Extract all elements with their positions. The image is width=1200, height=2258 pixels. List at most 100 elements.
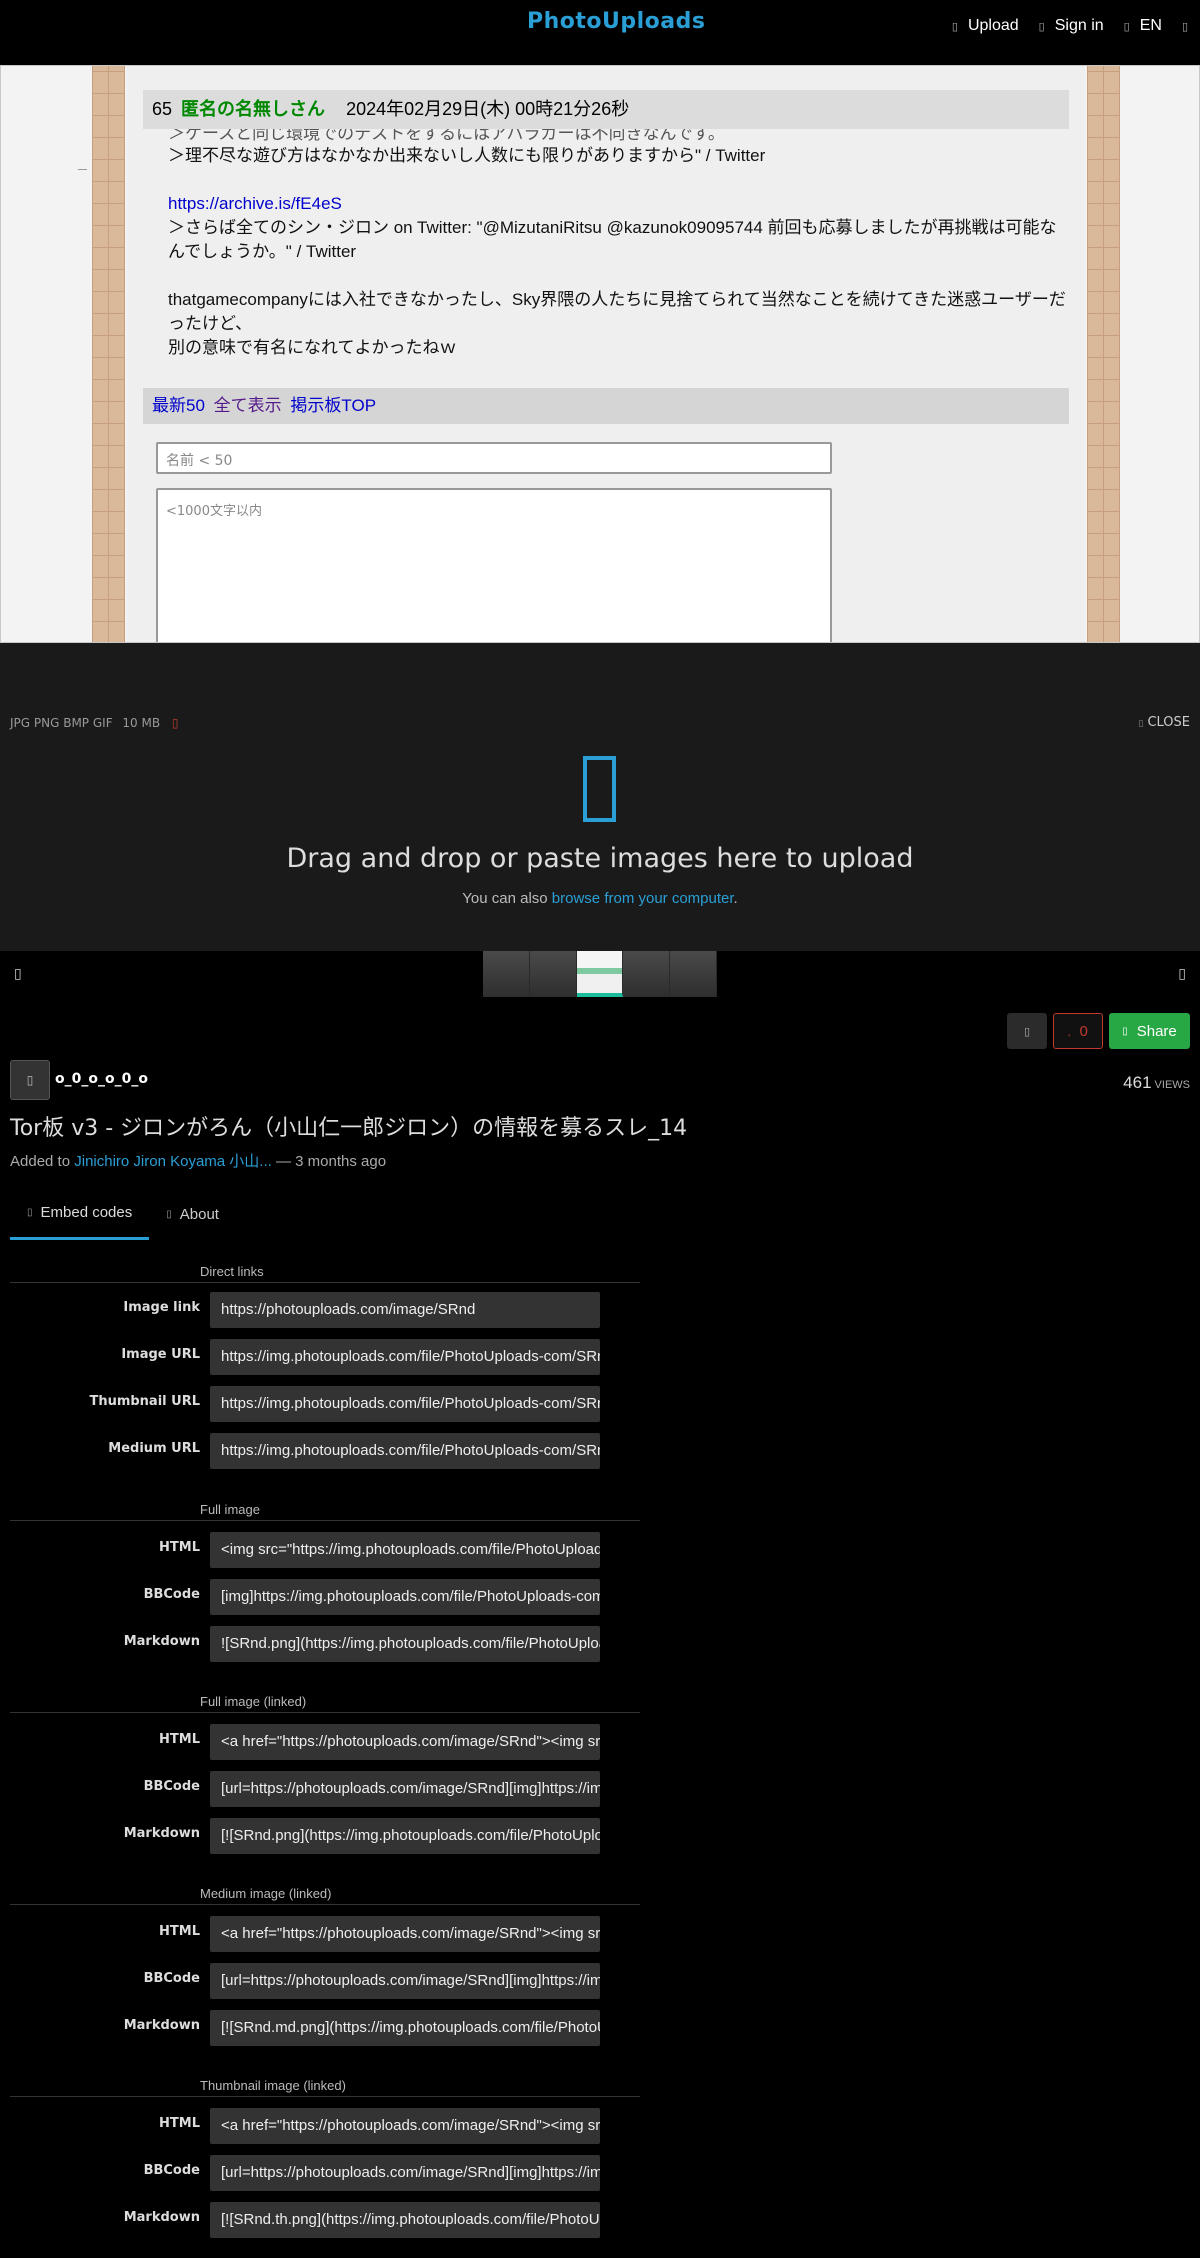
info-icon: ▯ bbox=[166, 1208, 172, 1220]
upload-sub-prefix: You can also bbox=[462, 890, 548, 907]
share-icon: ▯ bbox=[1122, 1025, 1128, 1037]
bbcode-input[interactable]: [url=https://photouploads.com/image/SRnd… bbox=[210, 1771, 600, 1807]
thumbnail[interactable] bbox=[623, 951, 671, 997]
heart-icon: ˛ bbox=[1068, 1025, 1072, 1037]
close-label: CLOSE bbox=[1147, 715, 1190, 730]
brick-border-left bbox=[92, 66, 125, 642]
upload-icon: ▯ bbox=[951, 20, 958, 33]
language-selector[interactable]: ▯ EN bbox=[1124, 17, 1162, 35]
post-header: 65 匿名の名無しさん 2024年02月29日(木) 00時21分26秒 bbox=[143, 90, 1069, 129]
image-preview[interactable]: ＞ケースと同じ環境でのテストをするにはアバラガーは不向きなんです。 65 匿名の… bbox=[0, 65, 1200, 643]
bbcode-label: BBCode bbox=[143, 1587, 200, 1602]
tab-about[interactable]: ▯ About bbox=[149, 1202, 236, 1240]
markdown-label: Markdown bbox=[123, 2018, 200, 2033]
upload-link[interactable]: ▯ Upload bbox=[952, 17, 1019, 35]
next-image-icon[interactable]: ▯ bbox=[1178, 966, 1186, 982]
thumbnail[interactable] bbox=[670, 951, 717, 997]
thumbnail-strip: ▯ ▯ bbox=[0, 951, 1200, 1000]
thumbnail[interactable] bbox=[529, 951, 577, 997]
post-line: thatgamecompanyには入社できなかったし、Sky界隈の人たちに見捨て… bbox=[168, 290, 1066, 333]
section-medium-image-linked: Medium image (linked) bbox=[200, 1886, 332, 1901]
section-full-image-linked: Full image (linked) bbox=[200, 1694, 307, 1709]
like-button[interactable]: ˛ 0 bbox=[1053, 1013, 1103, 1049]
thumbnail-selected[interactable] bbox=[576, 951, 624, 997]
markdown-input[interactable]: ![SRnd.png](https://img.photouploads.com… bbox=[210, 1626, 600, 1662]
view-count: 461 VIEWS bbox=[1123, 1073, 1190, 1093]
avatar[interactable]: ▯ bbox=[10, 1060, 50, 1100]
thumbnail[interactable] bbox=[483, 951, 530, 997]
thumbnail-url-input[interactable]: https://img.photouploads.com/file/PhotoU… bbox=[210, 1386, 600, 1422]
markdown-input[interactable]: [![SRnd.md.png](https://img.photouploads… bbox=[210, 2010, 600, 2046]
detail-tabs: ▯ Embed codes ▯ About bbox=[10, 1202, 236, 1240]
sign-in-link[interactable]: ▯ Sign in bbox=[1039, 17, 1104, 35]
menu-icon[interactable]: ▯ bbox=[1182, 20, 1188, 33]
board-nav: 最新50 全て表示 掲示板TOP bbox=[143, 388, 1069, 424]
image-link-label: Image link bbox=[123, 1300, 200, 1315]
html-label: HTML bbox=[159, 1924, 200, 1939]
album-link[interactable]: Jinichiro Jiron Koyama 小山... bbox=[74, 1153, 272, 1170]
close-icon: ▯ bbox=[1138, 719, 1144, 729]
added-info: Added to Jinichiro Jiron Koyama 小山... — … bbox=[10, 1150, 386, 1171]
tab-label: About bbox=[179, 1205, 219, 1223]
bbcode-input[interactable]: [img]https://img.photouploads.com/file/P… bbox=[210, 1579, 600, 1615]
bbcode-input[interactable]: [url=https://photouploads.com/image/SRnd… bbox=[210, 1963, 600, 1999]
uploader-name[interactable]: o_0_o_o_0_o bbox=[55, 1071, 148, 1087]
upload-label: Upload bbox=[967, 17, 1019, 34]
upload-dropzone[interactable]: JPG PNG BMP GIF 10 MB ▯ ▯ CLOSE Drag and… bbox=[0, 643, 1200, 951]
section-divider bbox=[10, 1282, 640, 1283]
upload-sub-suffix: . bbox=[733, 890, 738, 907]
added-time: — 3 months ago bbox=[275, 1153, 387, 1170]
bbcode-label: BBCode bbox=[143, 1971, 200, 1986]
like-count: 0 bbox=[1079, 1022, 1088, 1040]
section-thumbnail-image-linked: Thumbnail image (linked) bbox=[200, 2078, 346, 2093]
language-label: EN bbox=[1139, 17, 1162, 34]
html-code-input[interactable]: <img src="https://img.photouploads.com/f… bbox=[210, 1532, 600, 1568]
top-nav: ▯ Upload ▯ Sign in ▯ EN ▯ bbox=[952, 14, 1200, 38]
prev-image-icon[interactable]: ▯ bbox=[14, 966, 22, 982]
brick-border-right bbox=[1087, 66, 1120, 642]
code-icon: ▯ bbox=[27, 1207, 33, 1218]
medium-url-label: Medium URL bbox=[108, 1441, 200, 1456]
section-full-image: Full image bbox=[200, 1502, 260, 1517]
html-label: HTML bbox=[159, 1540, 200, 1555]
sign-in-label: Sign in bbox=[1054, 17, 1104, 34]
html-code-input[interactable]: <a href="https://photouploads.com/image/… bbox=[210, 1916, 600, 1952]
markdown-label: Markdown bbox=[123, 1634, 200, 1649]
markdown-input[interactable]: [![SRnd.png](https://img.photouploads.co… bbox=[210, 1818, 600, 1854]
upload-title: Drag and drop or paste images here to up… bbox=[286, 843, 914, 874]
thumbnail-url-label: Thumbnail URL bbox=[89, 1394, 200, 1409]
medium-url-input[interactable]: https://img.photouploads.com/file/PhotoU… bbox=[210, 1433, 600, 1469]
post-number: 65 bbox=[152, 99, 173, 119]
post-link[interactable]: https://archive.is/fE4eS bbox=[168, 194, 342, 213]
site-logo[interactable]: PhotoUploads bbox=[527, 9, 706, 34]
views-number: 461 bbox=[1123, 1073, 1152, 1092]
board-top-link[interactable]: 掲示板TOP bbox=[290, 396, 376, 415]
html-label: HTML bbox=[159, 2116, 200, 2131]
thumbnail-list bbox=[483, 951, 717, 997]
user-avatar-icon: ▯ bbox=[26, 1073, 34, 1087]
bbcode-label: BBCode bbox=[143, 2163, 200, 2178]
image-link-input[interactable]: https://photouploads.com/image/SRnd bbox=[210, 1292, 600, 1328]
share-label: Share bbox=[1136, 1022, 1177, 1040]
tab-embed-codes[interactable]: ▯ Embed codes bbox=[10, 1202, 150, 1240]
close-upload-button[interactable]: ▯ CLOSE bbox=[1138, 715, 1190, 730]
markdown-input[interactable]: [![SRnd.th.png](https://img.photouploads… bbox=[210, 2202, 600, 2238]
views-label: VIEWS bbox=[1154, 1079, 1190, 1091]
share-button[interactable]: ▯ Share bbox=[1109, 1013, 1190, 1049]
section-divider bbox=[10, 1520, 640, 1521]
html-label: HTML bbox=[159, 1732, 200, 1747]
html-code-input[interactable]: <a href="https://photouploads.com/image/… bbox=[210, 1724, 600, 1760]
bbcode-input[interactable]: [url=https://photouploads.com/image/SRnd… bbox=[210, 2155, 600, 2191]
post-line: 別の意味で有名になれてよかったねｗ bbox=[168, 338, 457, 357]
upload-info: JPG PNG BMP GIF 10 MB ▯ bbox=[10, 716, 179, 730]
preview-marker bbox=[78, 169, 87, 170]
download-button[interactable]: ▯ bbox=[1007, 1013, 1047, 1049]
latest-50-link[interactable]: 最新50 bbox=[152, 396, 205, 415]
post-line: ＞理不尽な遊び方はなかなか出来ないし人数にも限りがありますから" / Twitt… bbox=[168, 146, 766, 165]
section-divider bbox=[10, 2096, 640, 2097]
html-code-input[interactable]: <a href="https://photouploads.com/image/… bbox=[210, 2108, 600, 2144]
show-all-link[interactable]: 全て表示 bbox=[214, 396, 282, 415]
browse-computer-link[interactable]: browse from your computer bbox=[552, 890, 734, 907]
post-line: ＞さらば全てのシン・ジロン on Twitter: "@MizutaniRits… bbox=[168, 218, 1057, 261]
image-url-input[interactable]: https://img.photouploads.com/file/PhotoU… bbox=[210, 1339, 600, 1375]
